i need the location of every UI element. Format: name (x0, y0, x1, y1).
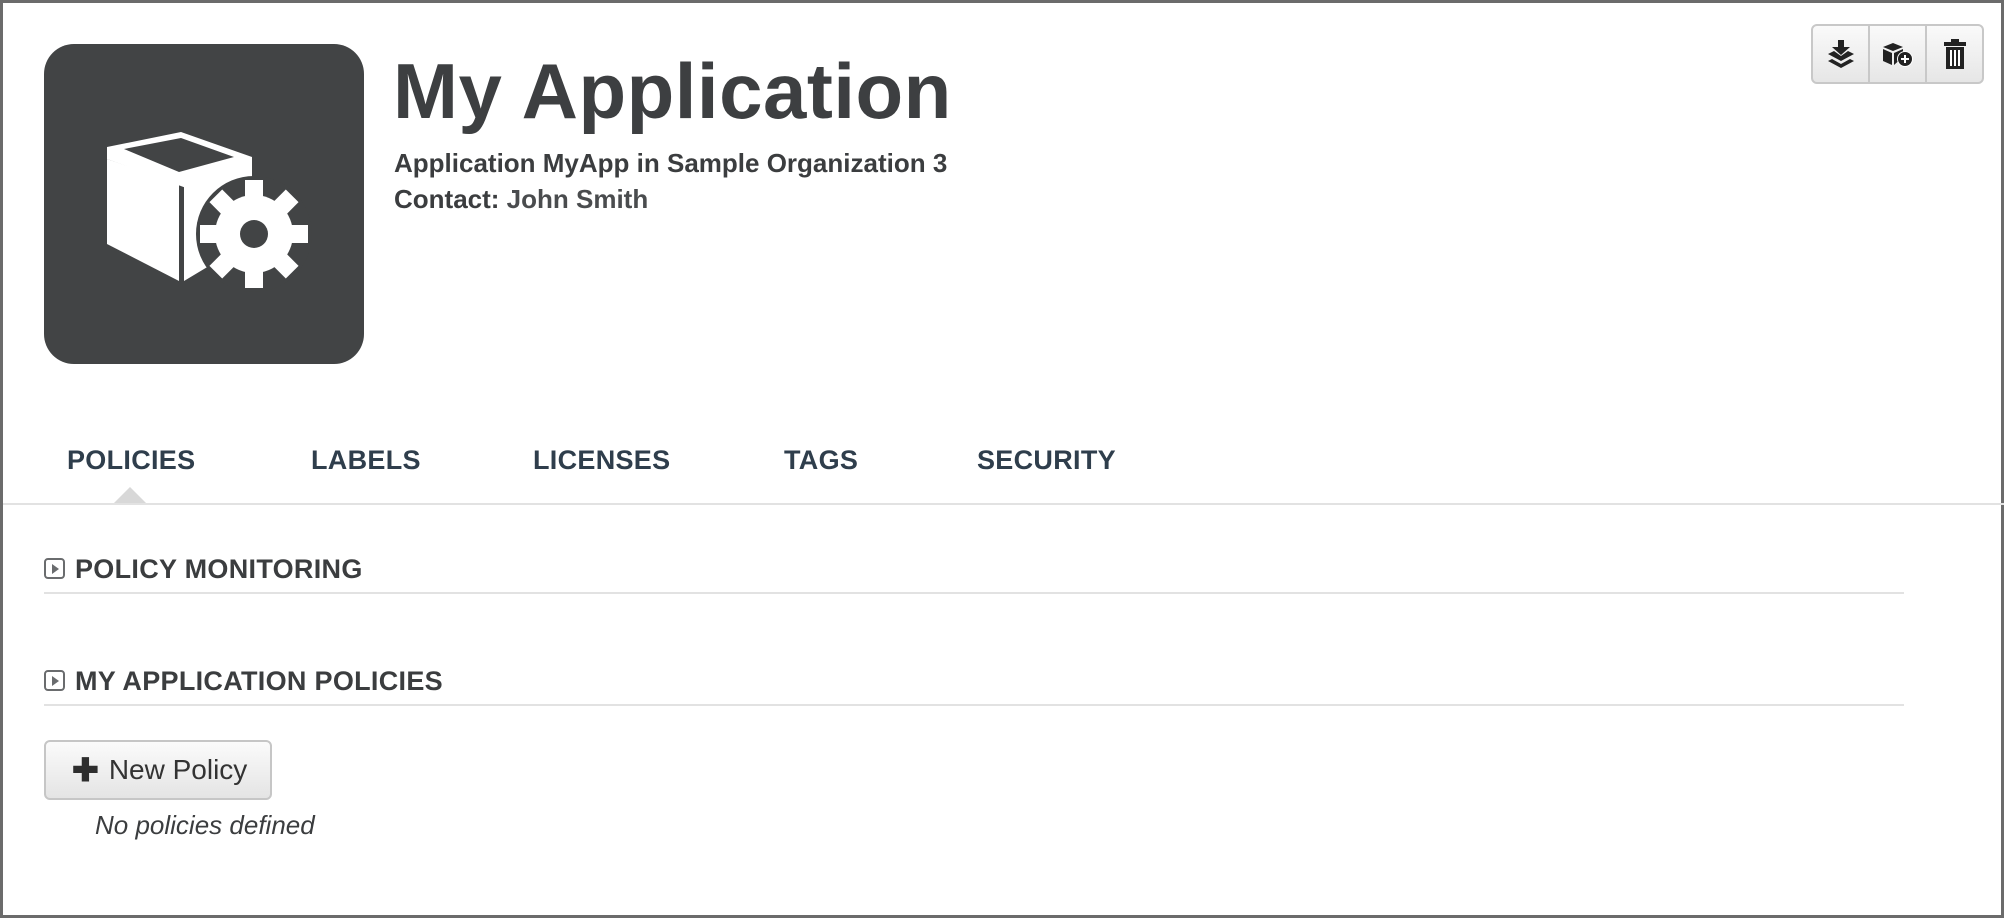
new-policy-label: New Policy (108, 754, 248, 785)
tab-licenses[interactable]: LICENSES (533, 445, 670, 476)
app-icon (44, 44, 364, 364)
app-subtitle: Application MyApp in Sample Organization… (394, 148, 948, 178)
section-my-application-policies[interactable]: MY APPLICATION POLICIES (44, 666, 1904, 706)
contact-name[interactable]: John Smith (507, 184, 649, 214)
cube-gear-icon (107, 132, 312, 292)
section-label: MY APPLICATION POLICIES (75, 666, 443, 696)
plus-icon: ✚ (72, 752, 99, 788)
download-stack-icon (1827, 40, 1854, 68)
contact-line: Contact: John Smith (394, 181, 648, 217)
tab-bar: POLICIES LABELS LICENSES TAGS SECURITY (3, 433, 2004, 505)
tab-policies[interactable]: POLICIES (67, 445, 195, 476)
expand-icon (44, 558, 65, 579)
contact-label: Contact: (394, 184, 500, 214)
new-policy-button[interactable]: ✚ New Policy (44, 740, 272, 800)
page-title: My Application (393, 47, 952, 135)
section-policy-monitoring[interactable]: POLICY MONITORING (44, 554, 1904, 594)
empty-policies-message: No policies defined (95, 810, 315, 840)
app-toolbar (1811, 24, 1984, 84)
tab-tags[interactable]: TAGS (784, 445, 858, 476)
active-tab-indicator (113, 487, 147, 504)
delete-button[interactable] (1927, 26, 1982, 82)
trash-icon (1943, 39, 1966, 69)
tab-labels[interactable]: LABELS (311, 445, 421, 476)
add-component-icon (1882, 43, 1913, 67)
expand-icon (44, 670, 65, 691)
add-component-button[interactable] (1870, 26, 1927, 82)
tab-security[interactable]: SECURITY (977, 445, 1116, 476)
section-label: POLICY MONITORING (75, 554, 363, 584)
app-frame: My Application Application MyApp in Samp… (0, 0, 2004, 918)
download-button[interactable] (1813, 26, 1870, 82)
tab-divider (3, 503, 2004, 505)
